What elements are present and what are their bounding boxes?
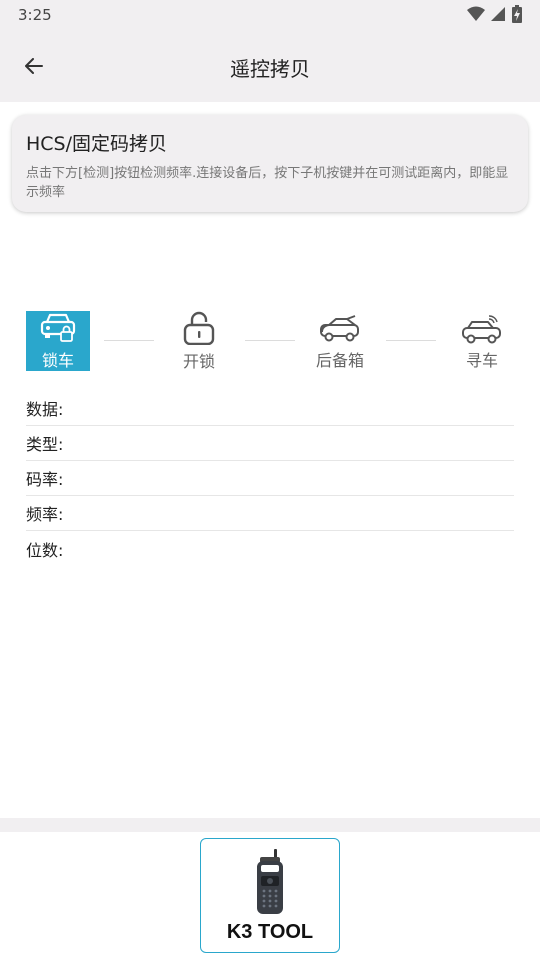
unlock-icon	[183, 311, 215, 345]
trunk-button[interactable]: 后备箱	[308, 311, 372, 371]
unlock-label: 开锁	[182, 352, 215, 371]
lock-car-button[interactable]: 锁车	[26, 311, 90, 371]
signal-info-list: 数据: 类型: 码率: 频率: 位数:	[26, 391, 514, 566]
battery-icon	[512, 5, 522, 23]
type-field: 类型:	[26, 426, 514, 461]
remote-keys-row: 锁车 开锁 后备箱 寻车	[26, 311, 514, 371]
bitrate-field: 码率:	[26, 461, 514, 496]
wifi-icon	[467, 6, 485, 21]
bits-field: 位数:	[26, 531, 514, 566]
cell-signal-icon	[491, 7, 505, 21]
car-trunk-icon	[319, 311, 361, 344]
device-name: K3 TOOL	[226, 921, 314, 943]
car-lock-icon	[39, 311, 77, 344]
unlock-button[interactable]: 开锁	[167, 311, 231, 371]
card-description: 点击下方[检测]按钮检测频率.连接设备后，按下子机按键并在可测试距离内，即能显示…	[26, 166, 509, 200]
page-title: 遥控拷贝	[230, 57, 310, 81]
key-separator	[245, 340, 295, 341]
find-car-icon	[461, 311, 503, 344]
remote-device-icon	[255, 849, 285, 919]
status-bar: 3:25	[0, 0, 540, 30]
field-label: 频率:	[26, 505, 64, 524]
data-field: 数据:	[26, 391, 514, 426]
field-label: 位数:	[26, 540, 64, 560]
lock-car-label: 锁车	[41, 351, 74, 370]
field-label: 码率:	[26, 470, 64, 489]
field-label: 类型:	[26, 435, 64, 454]
key-separator	[386, 340, 436, 341]
bottom-divider	[0, 818, 540, 832]
field-label: 数据:	[26, 400, 64, 419]
status-icons	[467, 5, 522, 23]
card-title: HCS/固定码拷贝	[26, 133, 168, 155]
status-time: 3:25	[18, 6, 52, 24]
info-card: HCS/固定码拷贝 点击下方[检测]按钮检测频率.连接设备后，按下子机按键并在可…	[12, 115, 528, 212]
frequency-field: 频率:	[26, 496, 514, 531]
trunk-label: 后备箱	[315, 351, 364, 370]
find-car-label: 寻车	[465, 351, 498, 370]
app-bar: 遥控拷贝	[0, 30, 540, 102]
find-car-button[interactable]: 寻车	[450, 311, 514, 371]
key-separator	[104, 340, 154, 341]
device-card[interactable]: K3 TOOL	[200, 838, 340, 953]
